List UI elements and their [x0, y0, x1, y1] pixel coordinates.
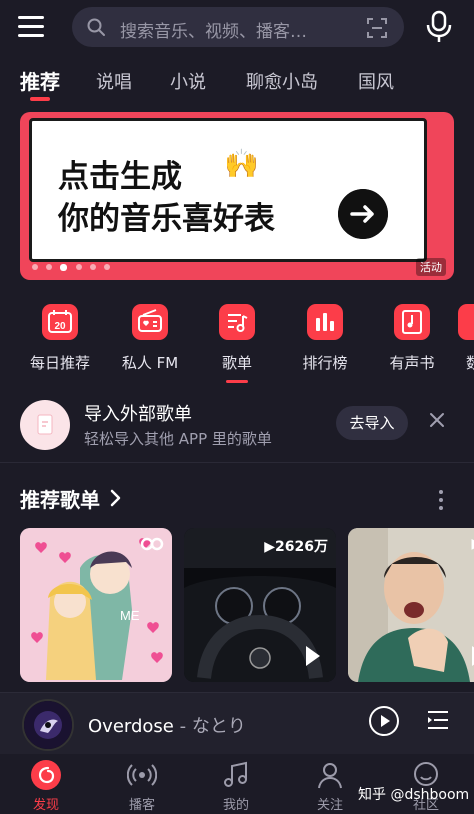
playlist-card[interactable]: ▶9 — [348, 528, 474, 682]
quick-active-underline — [226, 380, 248, 383]
playlist-carousel: ME ▶2626万 — [0, 528, 474, 688]
quick-entries: 20 每日推荐 私人 FM 歌单 排行榜 有声书 数 — [0, 300, 474, 386]
nav-discover[interactable]: 发现 — [16, 760, 76, 813]
calendar-icon: 20 — [42, 304, 78, 340]
svg-text:ME: ME — [120, 608, 140, 623]
banner-card: 点击生成 🙌 你的音乐喜好表 — [29, 118, 427, 262]
playlist-card[interactable]: ▶2626万 — [184, 528, 336, 682]
tab-guofeng[interactable]: 国风 — [358, 68, 394, 94]
album-cover — [24, 701, 72, 749]
chevron-right-icon[interactable] — [108, 487, 124, 509]
pagination-dot — [76, 264, 82, 270]
discover-icon — [31, 760, 61, 790]
watermark: 知乎 @dshboom — [358, 787, 470, 803]
import-title: 导入外部歌单 — [84, 404, 192, 425]
quick-label-audiobook: 有声书 — [389, 354, 435, 372]
mini-player[interactable]: Overdose - なとり — [0, 692, 474, 754]
play-count: ▶2626万 — [264, 539, 328, 555]
quick-label-playlist: 歌单 — [221, 354, 252, 372]
quick-label-daily: 每日推荐 — [29, 354, 90, 372]
partial-icon — [458, 304, 474, 340]
import-button[interactable]: 去导入 — [336, 406, 408, 440]
music-note-icon — [221, 760, 251, 790]
audiobook-icon — [394, 304, 430, 340]
pagination-dot — [46, 264, 52, 270]
quick-daily-recommend[interactable]: 20 每日推荐 — [20, 300, 100, 373]
nav-label-podcast: 播客 — [128, 798, 155, 813]
import-thumbnail — [20, 400, 70, 450]
pagination-dot — [104, 264, 110, 270]
category-tabs: 推荐 说唱 小说 聊愈小岛 国风 — [0, 60, 474, 104]
more-vertical-icon[interactable] — [436, 488, 446, 512]
banner-headline-1: 点击生成 — [58, 159, 182, 195]
menu-icon[interactable] — [18, 14, 44, 38]
playlist-queue-icon[interactable] — [426, 708, 450, 732]
tab-healing-island[interactable]: 聊愈小岛 — [246, 68, 318, 94]
now-playing-artist: なとり — [191, 716, 246, 737]
banner-badge: 活动 — [416, 258, 446, 276]
section-title[interactable]: 推荐歌单 — [20, 484, 100, 513]
banner-headline-2: 你的音乐喜好表 — [58, 201, 275, 237]
scan-icon[interactable] — [366, 17, 388, 39]
tab-indicator — [30, 97, 50, 101]
nav-follow[interactable]: 关注 — [300, 760, 360, 813]
playlist-cover-person — [348, 528, 474, 682]
nav-label-discover: 发现 — [32, 798, 59, 813]
search-icon — [87, 18, 105, 36]
raised-hands-icon: 🙌 — [224, 147, 259, 180]
playlist-card[interactable]: ME — [20, 528, 172, 682]
chart-bars-icon — [307, 304, 343, 340]
quick-audiobooks[interactable]: 有声书 — [372, 300, 452, 373]
microphone-icon[interactable] — [425, 10, 453, 44]
pagination-dot — [32, 264, 38, 270]
import-subtitle: 轻松导入其他 APP 里的歌单 — [84, 430, 272, 448]
pagination-dot — [90, 264, 96, 270]
nav-mine[interactable]: 我的 — [206, 760, 266, 813]
svg-text:20: 20 — [54, 321, 66, 332]
now-playing-text: Overdose - なとり — [88, 712, 246, 738]
nav-label-follow: 关注 — [316, 798, 343, 813]
quick-label-fm: 私人 FM — [121, 354, 179, 372]
quick-label-partial: 数 — [466, 354, 474, 372]
tab-rap[interactable]: 说唱 — [96, 68, 132, 94]
play-icon[interactable] — [368, 705, 400, 737]
divider — [0, 462, 474, 463]
quick-playlists[interactable]: 歌单 — [197, 300, 277, 373]
quick-charts[interactable]: 排行榜 — [285, 300, 365, 373]
album-art[interactable] — [22, 699, 74, 751]
promo-banner[interactable]: 点击生成 🙌 你的音乐喜好表 活动 — [20, 112, 454, 280]
search-bar[interactable]: 搜索音乐、视频、播客… — [72, 7, 404, 47]
close-icon[interactable] — [428, 411, 446, 429]
import-playlist-card: 导入外部歌单 轻松导入其他 APP 里的歌单 去导入 — [0, 394, 474, 454]
nav-label-mine: 我的 — [222, 798, 249, 813]
arrow-right-icon[interactable] — [338, 189, 388, 239]
tab-recommend[interactable]: 推荐 — [20, 66, 60, 95]
person-icon — [315, 760, 345, 790]
playlist-cover-anime: ME — [20, 528, 172, 682]
tab-novel[interactable]: 小说 — [170, 68, 206, 94]
now-playing-separator: - — [173, 716, 192, 737]
document-icon — [37, 414, 53, 435]
radio-icon — [132, 304, 168, 340]
quick-partial-entry[interactable]: 数 — [452, 300, 474, 373]
quick-label-charts: 排行榜 — [302, 354, 348, 372]
playlist-icon — [219, 304, 255, 340]
search-placeholder: 搜索音乐、视频、播客… — [120, 22, 307, 42]
now-playing-title: Overdose — [88, 716, 174, 737]
nav-podcast[interactable]: 播客 — [112, 760, 172, 813]
top-bar: 搜索音乐、视频、播客… — [0, 0, 474, 56]
podcast-icon — [126, 760, 158, 790]
pagination-dot-active — [60, 264, 67, 271]
quick-private-fm[interactable]: 私人 FM — [110, 300, 190, 373]
